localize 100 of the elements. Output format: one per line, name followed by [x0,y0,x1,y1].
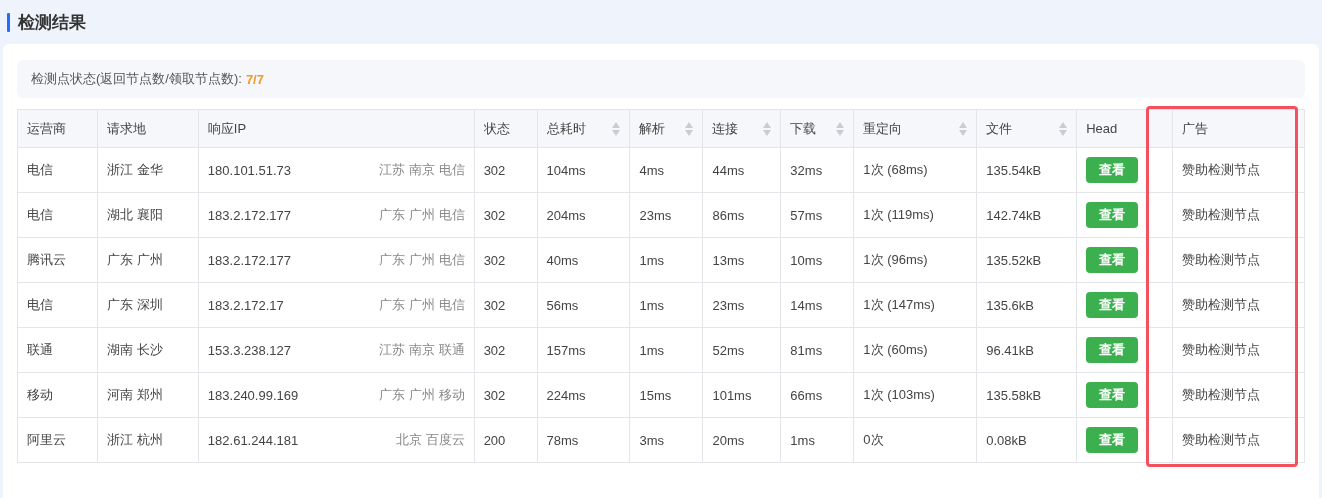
table-cell: 204ms [537,192,630,238]
table-cell: 78ms [537,417,630,463]
table-cell: 224ms [537,372,630,418]
table-cell: 赞助检测节点 [1172,372,1305,418]
table-cell: 142.74kB [976,192,1077,238]
table-cell: 180.101.51.73 江苏 南京 电信 [198,147,475,193]
view-button[interactable]: 查看 [1086,157,1139,183]
section-title: 检测结果 [18,11,86,34]
table-cell: 302 [474,282,538,328]
sort-icon[interactable] [763,120,772,137]
ip-location: 广东 广州 电信 [379,251,465,269]
table-cell: 广东 广州 [97,237,199,283]
table-cell: 电信 [17,192,98,238]
table-cell: 1ms [630,282,703,328]
view-button[interactable]: 查看 [1086,337,1139,363]
view-button[interactable]: 查看 [1086,247,1139,273]
sort-icon[interactable] [612,120,621,137]
view-button[interactable]: 查看 [1086,427,1139,453]
sort-icon[interactable] [685,120,694,137]
ip-location: 广东 广州 移动 [379,386,465,404]
column-header: 广告 [1172,109,1305,148]
table-cell: 1次 (60ms) [853,327,977,373]
sort-icon[interactable] [836,120,845,137]
table-cell: 153.3.238.127 江苏 南京 联通 [198,327,475,373]
table-cell: 44ms [702,147,781,193]
column-header: 运营商 [17,109,98,148]
table-cell: 183.240.99.169 广东 广州 移动 [198,372,475,418]
table-cell: 135.54kB [976,147,1077,193]
table-cell: 赞助检测节点 [1172,237,1305,283]
ip-location: 北京 百度云 [396,431,465,449]
sort-icon[interactable] [1059,120,1068,137]
sort-icon[interactable] [959,120,968,137]
table-cell: 135.58kB [976,372,1077,418]
table-cell: 302 [474,147,538,193]
table-cell: 3ms [630,417,703,463]
table-cell: 联通 [17,327,98,373]
table-cell: 湖南 长沙 [97,327,199,373]
table-cell: 1次 (103ms) [853,372,977,418]
table-cell: 赞助检测节点 [1172,147,1305,193]
table-cell: 10ms [780,237,854,283]
ip-location: 江苏 南京 联通 [379,341,465,359]
column-header[interactable]: 重定向 [853,109,977,148]
table-cell: 15ms [630,372,703,418]
table-cell: 101ms [702,372,781,418]
table-cell: 赞助检测节点 [1172,282,1305,328]
column-header[interactable]: 连接 [702,109,781,148]
view-button[interactable]: 查看 [1086,202,1139,228]
view-button[interactable]: 查看 [1086,292,1139,318]
table-cell: 1ms [780,417,854,463]
column-header[interactable]: 文件 [976,109,1077,148]
table-cell: 57ms [780,192,854,238]
table-cell: 赞助检测节点 [1172,327,1305,373]
table-cell: 302 [474,192,538,238]
table-cell: 183.2.172.177 广东 广州 电信 [198,237,475,283]
ip-location: 江苏 南京 电信 [379,161,465,179]
table-cell: 阿里云 [17,417,98,463]
table-cell: 52ms [702,327,781,373]
table-cell: 40ms [537,237,630,283]
table-cell: 1ms [630,327,703,373]
table-cell: 湖北 襄阳 [97,192,199,238]
table-cell: 104ms [537,147,630,193]
table-cell: 302 [474,327,538,373]
column-header: 请求地 [97,109,199,148]
table-cell: 赞助检测节点 [1172,417,1305,463]
table-cell: 14ms [780,282,854,328]
summary-value: 7/7 [245,71,264,87]
table-cell: 1次 (68ms) [853,147,977,193]
table-cell: 广东 深圳 [97,282,199,328]
table-cell: 1次 (119ms) [853,192,977,238]
table-cell: 183.2.172.177 广东 广州 电信 [198,192,475,238]
column-header[interactable]: 总耗时 [537,109,630,148]
view-button[interactable]: 查看 [1086,382,1139,408]
table-cell: 电信 [17,282,98,328]
table-cell: 浙江 杭州 [97,417,199,463]
table-cell: 96.41kB [976,327,1077,373]
table-cell: 56ms [537,282,630,328]
summary-label: 检测点状态(返回节点数/领取节点数): [31,70,242,88]
table-cell: 135.6kB [976,282,1077,328]
table-cell: 1次 (147ms) [853,282,977,328]
table-cell: 135.52kB [976,237,1077,283]
table-cell: 0次 [853,417,977,463]
table-cell: 157ms [537,327,630,373]
table-cell: 66ms [780,372,854,418]
column-header[interactable]: 下载 [780,109,854,148]
table-cell: 81ms [780,327,854,373]
ip-location: 广东 广州 电信 [379,296,465,314]
column-header: Head [1076,109,1173,148]
table-cell: 183.2.172.17 广东 广州 电信 [198,282,475,328]
table-cell: 腾讯云 [17,237,98,283]
table-cell: 0.08kB [976,417,1077,463]
table-cell: 浙江 金华 [97,147,199,193]
table-cell: 182.61.244.181 北京 百度云 [198,417,475,463]
table-cell: 86ms [702,192,781,238]
table-cell: 32ms [780,147,854,193]
ip-location: 广东 广州 电信 [379,206,465,224]
column-header: 状态 [474,109,538,148]
table-cell: 302 [474,372,538,418]
table-cell: 23ms [702,282,781,328]
table-cell: 4ms [630,147,703,193]
column-header[interactable]: 解析 [630,109,703,148]
